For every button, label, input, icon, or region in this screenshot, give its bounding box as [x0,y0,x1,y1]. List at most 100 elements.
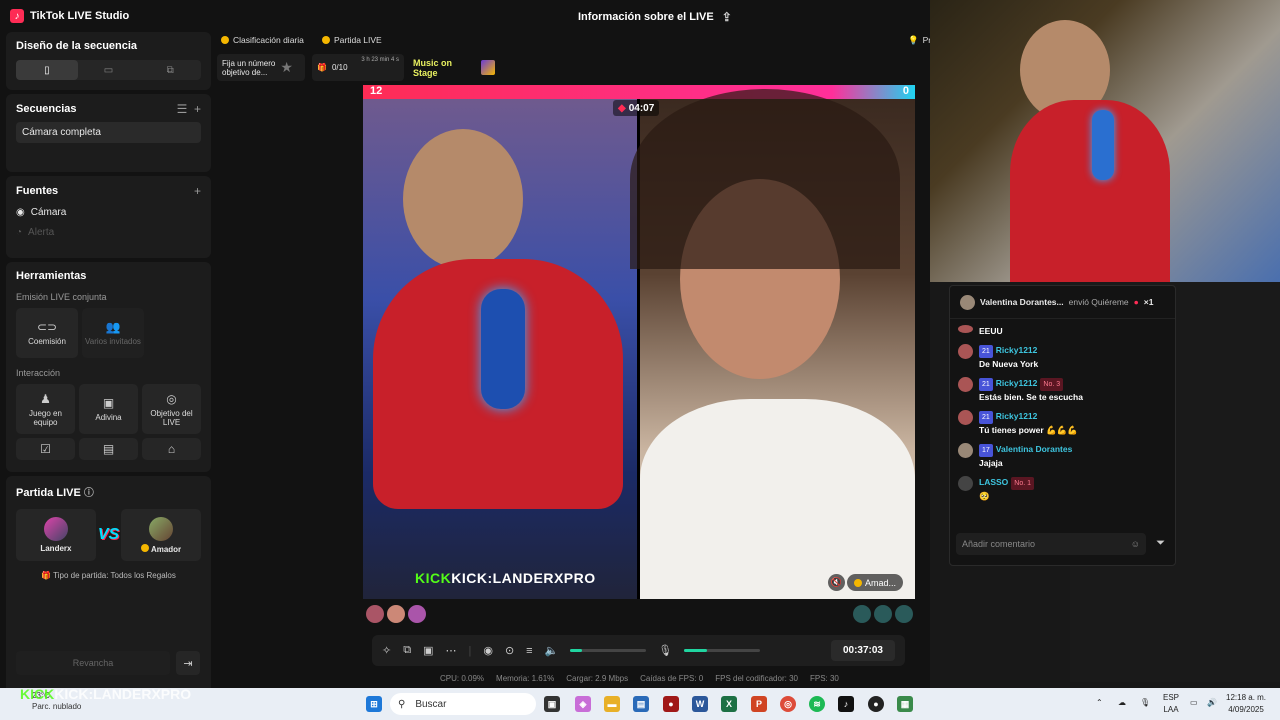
comment-input[interactable]: Añadir comentario ☺ [956,533,1146,555]
gift-note-label: Tipo de partida: Todos los Regalos [53,571,176,580]
portrait-icon[interactable]: ▯ [16,60,78,80]
kick-text: KICK:LANDERXPRO [451,570,596,586]
stat-upload: Cargar: 2.9 Mbps [566,674,629,683]
spotify-icon[interactable]: ≋ [809,696,825,712]
pause-icon[interactable]: ⊙ [505,644,514,657]
speaker-icon[interactable]: 🔈 [545,644,559,657]
network-icon[interactable]: ☁ [1118,697,1126,709]
gift-action: envió Quiéreme [1068,297,1129,307]
app-title: TikTok LIVE Studio [30,10,130,22]
magic-wand-icon[interactable]: ✧ [382,644,391,657]
sequence-item[interactable]: Cámara completa [16,122,201,143]
windows-start-icon[interactable]: ⊞ [366,696,382,712]
share-icon[interactable]: ⇪ [722,10,732,24]
help-icon[interactable]: ⓘ [84,488,94,499]
username: Ricky1212 [995,345,1038,355]
player1-name: Landerx [40,544,72,553]
store-button[interactable]: ⌂ [142,438,201,460]
chat-message[interactable]: 21 Ricky1212 No. 3 Estás bien. Se te escuch… [958,377,1167,404]
chat-message[interactable]: 17 Valentina Dorantes Jajaja [958,443,1167,470]
joystick-icon: ♟ [40,391,51,406]
taskbar-search[interactable]: ⚲ Buscar [390,693,536,715]
volume-tray-icon[interactable]: 🔊 [1207,697,1217,709]
title-bar: ♪ TikTok LIVE Studio [0,0,930,32]
mic-icon[interactable]: 🎙 [658,644,672,657]
record-icon[interactable]: ◉ [483,644,493,657]
add-source-icon[interactable]: + [194,184,201,198]
chat-message[interactable]: EEUU [958,325,1167,338]
comment-placeholder: Añadir comentario [962,539,1036,549]
file-explorer-icon[interactable]: ▬ [604,696,620,712]
promo-chip[interactable]: 💡 Pr [908,33,931,47]
settings-sliders-icon[interactable]: ≡ [526,645,532,657]
checklist-button[interactable]: ☑ [16,438,75,460]
battle-card: Landerx VS Amador [16,509,201,561]
tiktok-icon[interactable]: ♪ [838,696,854,712]
dual-layout-icon[interactable]: ⧉ [139,60,201,80]
multi-guest-button[interactable]: 👥 Varios invitados [82,308,144,358]
team-game-button[interactable]: ♟ Juego en equipo [16,384,75,434]
language-indicator[interactable]: ESP LAA [1163,692,1179,716]
ranking-chip[interactable]: Clasificación diaria [221,33,304,47]
gift-count: ×1 [1143,297,1154,307]
landscape-icon[interactable]: ▭ [78,60,140,80]
task-view-icon[interactable]: ▣ [544,696,560,712]
empty-seat-icon[interactable] [853,605,871,623]
list-icon[interactable]: ☰ + [177,102,201,116]
layout-icon[interactable]: ▣ [423,644,433,657]
box-button[interactable]: ▤ [79,438,138,460]
clock[interactable]: 12:18 a. m. 4/09/2025 [1226,692,1266,716]
copilot-icon[interactable]: ◈ [575,696,591,712]
goal-card[interactable]: Fija un número objetivo de... ★ [217,54,305,81]
exit-battle-icon[interactable]: ⇥ [176,651,200,675]
chat-message[interactable]: LASSO No. 1 🥺 [958,476,1167,503]
source-alert[interactable]: ◔ Alerta [16,227,201,238]
battle-title-label: Partida LIVE [16,487,81,499]
live-goal-button[interactable]: ◎ Objetivo del LIVE [142,384,201,434]
empty-seat-icon[interactable] [874,605,892,623]
gifter-avatar[interactable] [387,605,405,623]
tool-label: Coemisión [28,337,66,346]
guess-button[interactable]: ▣ Adivina [79,384,138,434]
divider: | [468,644,472,657]
source-camera[interactable]: ◉ Cámara [16,207,201,218]
music-stage-card[interactable]: Music on Stage [408,54,500,81]
filter-icon[interactable]: ⏷ [1156,537,1165,550]
powerpoint-icon[interactable]: P [751,696,767,712]
opponent-tag[interactable]: Amad... [847,574,904,591]
link-icon: ⊂⊃ [36,320,58,334]
chat-message[interactable]: 21 Ricky1212 De Nueva York [958,344,1167,371]
chrome-icon[interactable]: ◎ [780,696,796,712]
emoji-icon[interactable]: ☺ [1131,539,1140,549]
cohost-button[interactable]: ⊂⊃ Coemisión [16,308,78,358]
live-info-title[interactable]: Información sobre el LIVE ⇪ [578,10,732,24]
tool-label: Objetivo del LIVE [150,408,193,427]
mic-tray-icon[interactable]: 🎙 [1140,697,1150,709]
rematch-button[interactable]: Revancha [16,651,170,675]
gifter-avatar[interactable] [366,605,384,623]
score-right: 0 [902,85,909,97]
tray-chevron-icon[interactable]: ⌃ [1096,697,1103,709]
app-icon[interactable]: ● [663,696,679,712]
app-icon[interactable]: ● [868,696,884,712]
stat-memory: Memoria: 1.61% [496,674,555,683]
chat-message[interactable]: 21 Ricky1212 Tú tienes power 💪💪💪 [958,410,1167,437]
player2-card[interactable]: Amador [121,509,201,561]
empty-seat-icon[interactable] [895,605,913,623]
battle-chip[interactable]: Partida LIVE [322,33,382,47]
app-icon[interactable]: ▦ [897,696,913,712]
word-icon[interactable]: W [692,696,708,712]
scene-icon[interactable]: ⧉ [403,644,411,657]
excel-icon[interactable]: X [721,696,737,712]
volume-slider[interactable] [570,649,647,652]
display-icon[interactable]: ▭ [1190,697,1198,709]
gift-goal-card[interactable]: 🎁 0/10 3 h 23 min 4 s [312,54,404,81]
mic-slider[interactable] [684,649,761,652]
webcam-preview [930,0,1280,282]
rank-badge: No. 1 [1011,477,1035,490]
player1-card[interactable]: Landerx [16,509,96,561]
more-icon[interactable]: ⋯ [445,644,456,657]
mute-icon[interactable]: 🔇 [828,574,845,591]
gifter-avatar[interactable] [408,605,426,623]
store-icon[interactable]: ▤ [633,696,649,712]
